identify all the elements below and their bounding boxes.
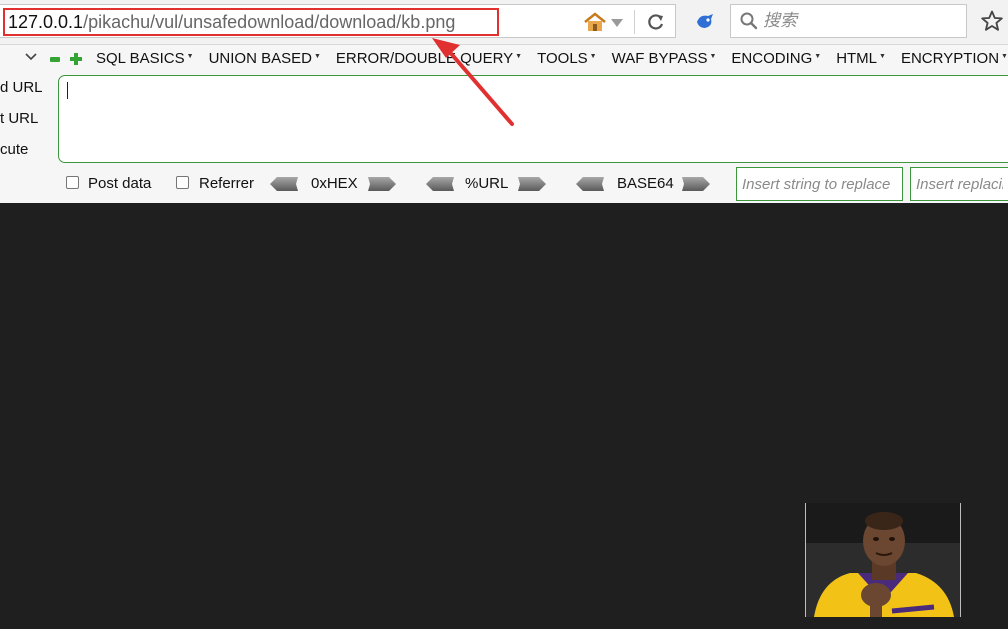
page-content xyxy=(0,203,1008,629)
hackbar-menu-item[interactable]: WAF BYPASS ▼ xyxy=(612,50,717,67)
hackbar-menu-item[interactable]: UNION BASED ▼ xyxy=(209,50,321,67)
address-bar[interactable]: 127.0.0.1/pikachu/vul/unsafedownload/dow… xyxy=(0,4,676,38)
hackbar-menu-item[interactable]: ENCRYPTION ▼ xyxy=(901,50,1008,67)
caret-down-icon: ▼ xyxy=(515,53,523,60)
referrer-checkbox[interactable] xyxy=(176,176,189,189)
addon-icon[interactable] xyxy=(694,10,716,32)
hackbar-menu-item[interactable]: HTML ▼ xyxy=(836,50,886,67)
chevron-down-icon[interactable] xyxy=(25,52,37,62)
home-icon[interactable] xyxy=(583,12,607,32)
replace-string-input[interactable] xyxy=(736,167,903,201)
reload-icon[interactable] xyxy=(646,12,666,32)
post-data-label: Post data xyxy=(88,175,152,192)
hackbar-menu-label: TOOLS xyxy=(537,50,588,67)
hackbar-panel: SQL BASICS ▼ UNION BASED ▼ ERROR/DOUBLE QUER… xyxy=(0,45,1008,203)
minus-icon[interactable] xyxy=(50,57,60,62)
base64-encode-arrow-icon[interactable] xyxy=(682,177,710,191)
search-bar[interactable] xyxy=(730,4,967,38)
hackbar-menu-label: ERROR/DOUBLE QUERY xyxy=(335,50,514,67)
caret-down-icon: ▼ xyxy=(186,53,194,60)
hackbar-menu-label: HTML xyxy=(836,50,878,67)
referrer-label: Referrer xyxy=(199,175,255,192)
hex-decode-arrow-icon[interactable] xyxy=(270,177,298,191)
caret-down-icon: ▼ xyxy=(709,53,717,60)
dropmarker-icon[interactable] xyxy=(611,19,623,27)
hackbar-menubar: SQL BASICS ▼ UNION BASED ▼ ERROR/DOUBLE QUER… xyxy=(0,45,1008,73)
downloaded-image xyxy=(805,503,961,617)
hackbar-menu-label: ENCODING xyxy=(731,50,813,67)
hex-encode-arrow-icon[interactable] xyxy=(368,177,396,191)
search-icon xyxy=(740,12,758,30)
load-url-button[interactable]: d URL xyxy=(0,79,43,96)
execute-button[interactable]: cute xyxy=(0,141,28,158)
caret-down-icon: ▼ xyxy=(1001,53,1008,60)
hex-label: 0xHEX xyxy=(311,175,358,192)
hackbar-url-textarea[interactable] xyxy=(58,75,1008,163)
hackbar-menu-item[interactable]: ERROR/DOUBLE QUERY ▼ xyxy=(336,50,522,67)
star-icon[interactable] xyxy=(980,9,1004,33)
hackbar-options-row: Post data Referrer 0xHEX %URL BASE64 xyxy=(0,166,1008,202)
split-url-button[interactable]: t URL xyxy=(0,110,38,127)
hackbar-menu-items: SQL BASICS ▼ UNION BASED ▼ ERROR/DOUBLE QUER… xyxy=(96,50,1008,67)
url-label: %URL xyxy=(465,175,509,192)
navigation-toolbar: 127.0.0.1/pikachu/vul/unsafedownload/dow… xyxy=(0,0,1008,45)
plus-icon[interactable] xyxy=(70,53,82,65)
url-encode-arrow-icon[interactable] xyxy=(518,177,546,191)
caret-down-icon: ▼ xyxy=(814,53,822,60)
hackbar-menu-item[interactable]: TOOLS ▼ xyxy=(537,50,597,67)
hackbar-menu-label: UNION BASED xyxy=(208,50,312,67)
address-separator xyxy=(634,10,635,34)
url-highlight-box xyxy=(3,8,499,36)
caret-down-icon: ▼ xyxy=(879,53,886,60)
hackbar-menu-label: WAF BYPASS xyxy=(611,50,708,67)
post-data-checkbox[interactable] xyxy=(66,176,79,189)
hackbar-menu-label: ENCRYPTION xyxy=(900,50,1000,67)
caret-down-icon: ▼ xyxy=(589,53,597,60)
search-input[interactable] xyxy=(763,9,958,33)
replacing-string-input[interactable] xyxy=(910,167,1008,201)
caret-down-icon: ▼ xyxy=(313,53,321,60)
hackbar-menu-item[interactable]: SQL BASICS ▼ xyxy=(96,50,194,67)
hackbar-menu-item[interactable]: ENCODING ▼ xyxy=(731,50,821,67)
text-caret xyxy=(67,82,68,99)
url-decode-arrow-icon[interactable] xyxy=(426,177,454,191)
hackbar-menu-label: SQL BASICS xyxy=(96,50,185,67)
base64-label: BASE64 xyxy=(617,175,674,192)
base64-decode-arrow-icon[interactable] xyxy=(576,177,604,191)
